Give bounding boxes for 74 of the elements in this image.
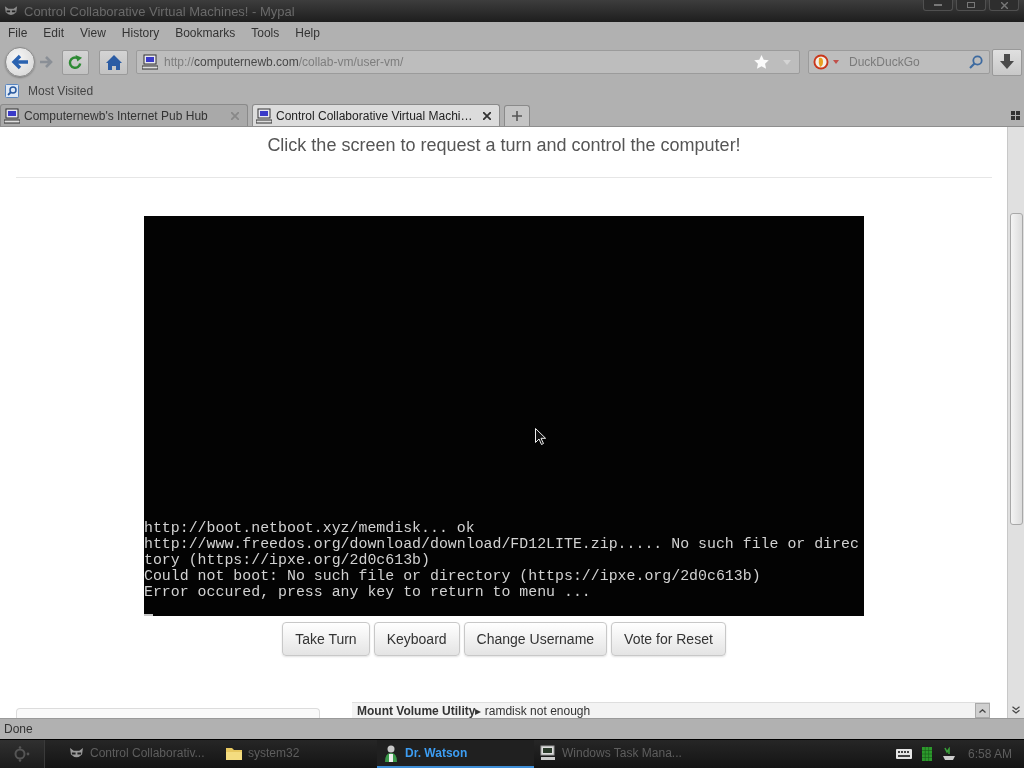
scroll-up-button[interactable] [975,703,990,718]
url-field[interactable]: http://computernewb.com/collab-vm/user-vm/ [136,50,800,74]
folder-icon [226,746,242,760]
mouse-pointer-icon [535,428,546,445]
maximize-button[interactable] [956,0,986,11]
action-button[interactable]: Take Turn [282,622,370,656]
duck-icon[interactable] [813,54,829,70]
terminal-line: http://www.freedos.org/download/download/FD12LITE.zip..... No such file or direc [144,536,860,552]
plus-icon [512,111,522,121]
star-icon[interactable] [754,55,769,69]
start-button[interactable] [0,740,45,768]
menu-item[interactable]: Help [295,26,320,40]
logo-icon [4,5,18,17]
chevron-up-icon [979,708,986,713]
minimize-button[interactable] [923,0,953,11]
keyboard-icon[interactable] [895,749,912,759]
menu-item[interactable]: Tools [251,26,280,40]
back-arrow-icon [11,54,29,70]
computer-icon [540,745,556,761]
maximize-icon [967,2,975,8]
menu-item[interactable]: File [8,26,28,40]
back-button[interactable] [5,47,35,77]
new-tab-button[interactable] [504,105,530,126]
action-button[interactable]: Change Username [463,622,608,656]
terminal-line: tory (https://ipxe.org/2d0c613b) [144,552,431,568]
window-title: Control Collaborative Virtual Machines! - Mypal [24,3,295,19]
grid-icon[interactable] [1011,111,1020,120]
reload-icon [68,54,83,70]
person-icon [383,744,399,762]
menu-item[interactable]: Bookmarks [175,26,236,40]
computer-icon [256,107,272,124]
tab[interactable]: Computernewb's Internet Pub Hub [0,104,248,126]
search-field[interactable]: DuckDuckGo [808,50,990,74]
menu-item[interactable]: Edit [43,26,65,40]
tab[interactable]: Control Collaborative Virtual Machi… [252,104,500,126]
terminal-line: http://boot.netboot.xyz/memdisk... ok [144,520,476,536]
search-icon[interactable] [969,55,983,69]
caret-icon[interactable] [833,60,839,64]
scrollbar-thumb[interactable] [1009,213,1023,525]
computer-icon [142,54,158,70]
action-button[interactable]: Keyboard [373,622,460,656]
terminal-line: Could not boot: No such file or directory (https://ipxe.org/2d0c613b) [144,568,762,584]
computer-icon [4,107,20,124]
vm-screen[interactable] [144,216,864,616]
status-text: Done [4,722,33,736]
action-button[interactable]: Vote for Reset [611,622,726,656]
search-input[interactable]: DuckDuckGo [843,54,965,70]
bookmark-item[interactable]: Most Visited [5,84,94,98]
close-icon[interactable] [483,111,491,120]
logo-icon [69,747,84,759]
page-heading: Click the screen to request a turn and control the computer! [267,134,741,156]
double-chevron-down-icon[interactable] [1012,706,1020,714]
close-icon [1000,1,1008,9]
download-button[interactable] [992,48,1022,76]
download-arrow-icon [999,54,1015,70]
close-button[interactable] [989,0,1019,11]
forward-arrow-icon [40,56,54,68]
grid-panel-icon[interactable] [921,747,932,761]
chat-message: Mount Volume Utility▸ ramdisk not enough [357,703,591,718]
start-logo-icon [14,746,30,762]
terminal-line: Error occured, press any key to return to menu ... [144,584,592,600]
minimize-icon [934,4,942,6]
taskbar-item[interactable]: Dr. Watson [377,740,534,768]
reload-button[interactable] [62,49,89,75]
magnifier-page-icon [5,84,19,98]
url-text: http://computernewb.com/collab-vm/user-vm/ [164,55,404,69]
menu-item[interactable]: View [80,26,106,40]
menu-item[interactable]: History [121,26,160,40]
network-icon[interactable] [941,747,956,761]
text-cursor-icon [144,614,153,616]
clock: 6:58 AM [967,747,1012,761]
home-icon [105,54,122,70]
home-button[interactable] [99,49,128,75]
scrollbar[interactable] [1007,127,1024,718]
